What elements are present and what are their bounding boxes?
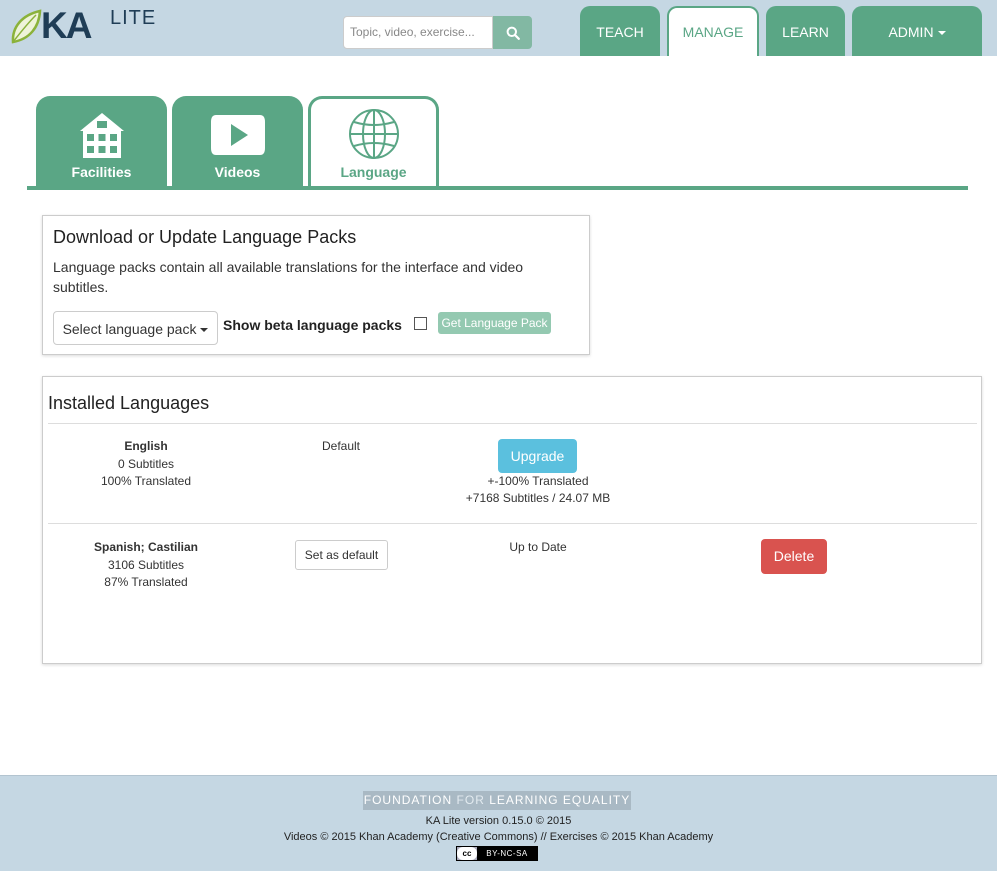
footer: FOUNDATION FOR LEARNING EQUALITY KA Lite…	[0, 775, 997, 871]
top-navbar: KA LITE Topic, video, exercise... TEACH …	[0, 0, 997, 56]
tab-underline	[27, 186, 968, 190]
divider	[48, 523, 977, 524]
fle-logo-part3: LEARNING EQUALITY	[489, 793, 631, 807]
language-pack-select-label: Select language pack	[62, 321, 197, 337]
leaf-icon	[11, 9, 42, 44]
delete-button[interactable]: Delete	[761, 539, 827, 574]
divider	[48, 423, 977, 424]
logo-ka-text: KA	[41, 5, 92, 46]
logo-lite-text: LITE	[110, 7, 157, 29]
nav-admin-label: ADMIN	[888, 24, 934, 40]
fle-logo[interactable]: FOUNDATION FOR LEARNING EQUALITY	[363, 791, 631, 810]
language-name: Spanish; Castilian	[93, 540, 199, 554]
tab-language[interactable]: Language	[308, 96, 439, 190]
search-button[interactable]	[493, 16, 532, 49]
search-input[interactable]: Topic, video, exercise...	[343, 16, 493, 49]
tab-facilities-label: Facilities	[71, 164, 132, 180]
language-translated: 87% Translated	[104, 575, 188, 589]
fle-logo-part2: FOR	[456, 793, 485, 807]
tab-language-label: Language	[340, 164, 407, 180]
download-panel-description: Language packs contain all available tra…	[53, 259, 524, 295]
upgrade-translated: +-100% Translated	[487, 474, 589, 488]
play-icon	[210, 115, 265, 155]
tab-videos[interactable]: Videos	[172, 96, 303, 188]
nav-learn[interactable]: LEARN	[766, 6, 845, 56]
language-subtitles: 3106 Subtitles	[107, 557, 185, 572]
credits-text: Videos © 2015 Khan Academy (Creative Com…	[283, 831, 714, 843]
ka-lite-logo[interactable]: KA LITE	[10, 5, 160, 47]
building-icon	[79, 113, 124, 158]
download-panel-title: Download or Update Language Packs	[53, 227, 357, 247]
default-status: Default	[321, 439, 361, 453]
beta-packs-checkbox[interactable]	[414, 317, 427, 330]
nav-teach[interactable]: TEACH	[580, 6, 660, 56]
globe-icon	[348, 109, 399, 159]
set-default-button[interactable]: Set as default	[295, 540, 388, 570]
upgrade-size: +7168 Subtitles / 24.07 MB	[465, 491, 611, 505]
fle-logo-part1: FOUNDATION	[363, 793, 453, 807]
nav-manage[interactable]: MANAGE	[667, 6, 759, 56]
tab-facilities[interactable]: Facilities	[36, 96, 167, 188]
tab-videos-label: Videos	[214, 164, 261, 180]
cc-license-badge[interactable]: cc BY-NC-SA	[456, 846, 538, 861]
beta-packs-label: Show beta language packs	[223, 317, 402, 333]
language-name: English	[124, 439, 168, 453]
nav-admin-dropdown[interactable]: ADMIN	[852, 6, 982, 56]
cc-icon: cc	[457, 847, 477, 860]
chevron-down-icon	[200, 328, 209, 333]
chevron-down-icon	[937, 31, 946, 36]
installed-languages-panel: Installed Languages English 0 Subtitles …	[42, 376, 982, 664]
language-info-english: English 0 Subtitles 100% Translated	[46, 438, 246, 491]
version-text: KA Lite version 0.15.0 © 2015	[425, 815, 572, 827]
installed-languages-title: Installed Languages	[48, 393, 210, 413]
language-info-spanish: Spanish; Castilian 3106 Subtitles 87% Tr…	[46, 539, 246, 592]
download-language-panel: Download or Update Language Packs Langua…	[42, 215, 590, 355]
upgrade-info: +-100% Translated +7168 Subtitles / 24.0…	[438, 473, 638, 507]
search-icon	[506, 26, 520, 40]
upgrade-button[interactable]: Upgrade	[498, 439, 577, 473]
up-to-date-status: Up to Date	[509, 540, 567, 554]
get-language-pack-button[interactable]: Get Language Pack	[438, 312, 551, 334]
language-translated: 100% Translated	[100, 474, 192, 488]
language-subtitles: 0 Subtitles	[117, 456, 175, 471]
license-text: BY-NC-SA	[477, 847, 537, 860]
language-pack-select[interactable]: Select language pack	[53, 311, 218, 345]
